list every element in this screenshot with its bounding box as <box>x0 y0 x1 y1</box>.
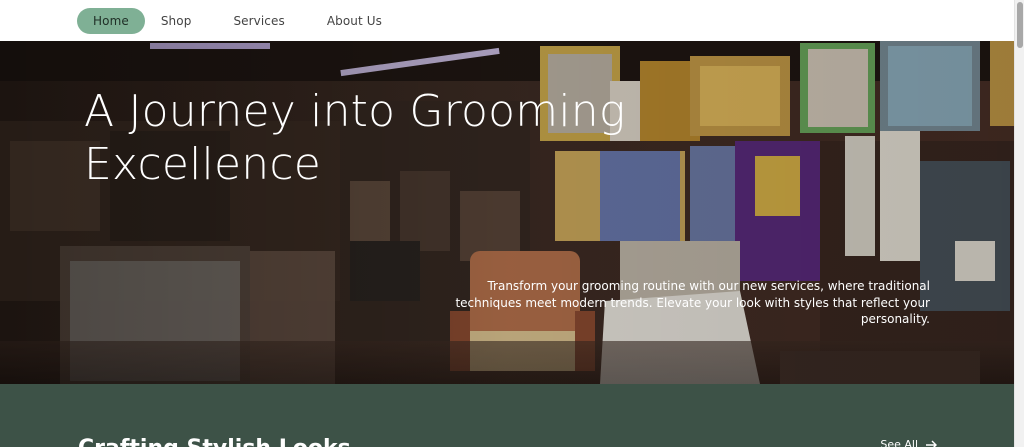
nav-shop[interactable]: Shop <box>145 8 208 34</box>
see-all-link[interactable]: See All <box>880 438 938 447</box>
scrollbar-thumb[interactable] <box>1017 2 1023 48</box>
arrow-right-icon <box>926 440 937 447</box>
nav-home[interactable]: Home <box>77 7 145 34</box>
hero-description: Transform your grooming routine with our… <box>455 279 930 326</box>
top-navigation: Home Shop Services About Us <box>0 0 1014 41</box>
see-all-label: See All <box>880 438 918 447</box>
hero-banner: A Journey into Grooming Excellence Trans… <box>0 41 1014 384</box>
nav-about-us[interactable]: About Us <box>311 8 398 34</box>
featured-section: Crafting Stylish Looks See All <box>0 384 1014 447</box>
section-title: Crafting Stylish Looks <box>78 436 351 447</box>
page-scrollbar[interactable] <box>1014 0 1024 447</box>
nav-services[interactable]: Services <box>217 8 300 34</box>
hero-title: A Journey into Grooming Excellence <box>84 86 626 190</box>
